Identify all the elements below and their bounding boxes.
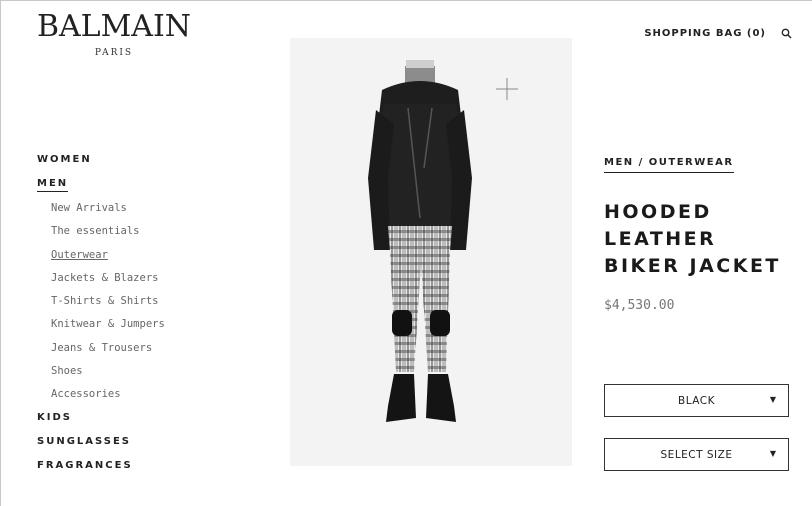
nav-kids[interactable]: KIDS: [37, 408, 165, 432]
shopping-bag-link[interactable]: SHOPPING BAG (0): [644, 28, 766, 39]
color-select[interactable]: BLACK ▼: [604, 384, 789, 417]
logo-wordmark: BALMAIN: [36, 9, 192, 44]
logo-subtitle: PARIS: [94, 48, 134, 58]
nav-item-accessories[interactable]: Accessories: [51, 384, 165, 407]
size-select[interactable]: SELECT SIZE ▼: [604, 438, 789, 471]
nav-item-new-arrivals[interactable]: New Arrivals: [51, 198, 165, 221]
caret-down-icon: ▼: [769, 449, 776, 458]
product-title: HOODED LEATHER BIKER JACKET: [604, 201, 781, 277]
nav-item-shoes[interactable]: Shoes: [51, 361, 165, 384]
balmain-logo[interactable]: BALMAIN PARIS: [34, 9, 194, 59]
category-nav: WOMEN MEN New Arrivals The essentials Ou…: [37, 150, 165, 480]
zoom-crosshair-icon: [496, 78, 518, 100]
nav-item-outerwear[interactable]: Outerwear: [51, 245, 165, 268]
nav-men[interactable]: MEN: [37, 174, 165, 198]
nav-fragrances[interactable]: FRAGRANCES: [37, 456, 165, 480]
nav-item-jackets-blazers[interactable]: Jackets & Blazers: [51, 268, 165, 291]
nav-item-knitwear-jumpers[interactable]: Knitwear & Jumpers: [51, 314, 165, 337]
product-price: $4,530.00: [604, 298, 675, 313]
product-details: MEN / OUTERWEAR HOODED LEATHER BIKER JAC…: [604, 150, 794, 313]
caret-down-icon: ▼: [769, 395, 776, 404]
size-select-value: SELECT SIZE: [660, 448, 733, 461]
nav-women[interactable]: WOMEN: [37, 150, 165, 174]
breadcrumb[interactable]: MEN / OUTERWEAR: [604, 157, 734, 173]
nav-item-the-essentials[interactable]: The essentials: [51, 221, 165, 244]
nav-item-tshirts-shirts[interactable]: T-Shirts & Shirts: [51, 291, 165, 314]
model-figure: [368, 60, 472, 422]
nav-item-jeans-trousers[interactable]: Jeans & Trousers: [51, 338, 165, 361]
color-select-value: BLACK: [677, 394, 715, 407]
nav-men-submenu: New Arrivals The essentials Outerwear Ja…: [51, 198, 165, 408]
header-actions: SHOPPING BAG (0): [644, 26, 794, 40]
nav-sunglasses[interactable]: SUNGLASSES: [37, 432, 165, 456]
product-image[interactable]: [290, 38, 572, 466]
search-icon[interactable]: [780, 26, 794, 40]
